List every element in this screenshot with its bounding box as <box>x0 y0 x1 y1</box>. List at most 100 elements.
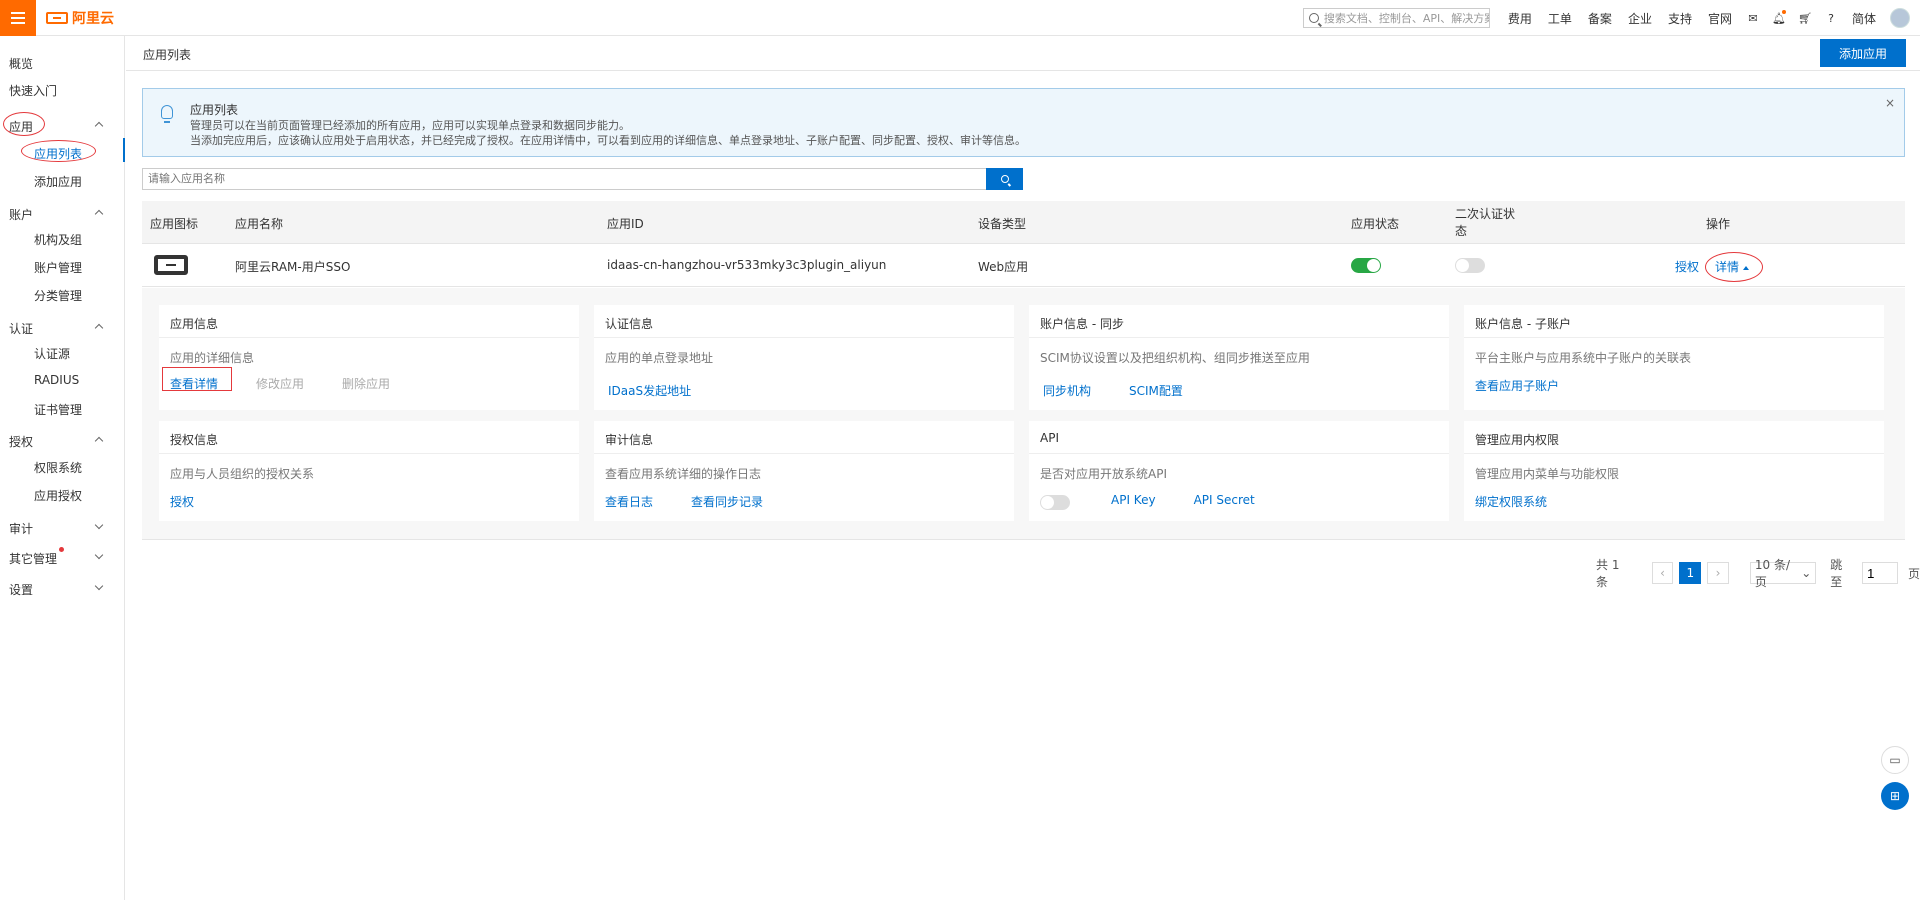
col-app-status: 应用状态 <box>1351 217 1400 231</box>
card-api: API 是否对应用开放系统API API Key API Secret <box>1029 421 1449 521</box>
sidebar-item-app-authorize[interactable]: 应用授权 <box>34 487 82 504</box>
aliyun-logo[interactable]: 阿里云 <box>46 8 114 28</box>
view-sub-accounts-link[interactable]: 查看应用子账户 <box>1475 379 1559 393</box>
col-operations: 操作 <box>1706 217 1731 231</box>
col-app-icon: 应用图标 <box>150 217 199 231</box>
hamburger-menu-icon[interactable] <box>0 0 36 36</box>
jump-page-input[interactable] <box>1861 562 1898 584</box>
notice-title: 应用列表 <box>190 103 239 117</box>
chevron-up-icon[interactable] <box>94 323 104 333</box>
idaas-initiate-url-link[interactable]: IDaaS发起地址 <box>608 384 691 398</box>
notice-text: 管理员可以在当前页面管理已经添加的所有应用，应用可以实现单点登录和数据同步能力。 <box>190 119 630 132</box>
sidebar-item-add-app[interactable]: 添加应用 <box>34 173 82 190</box>
search-button[interactable] <box>986 168 1023 190</box>
add-app-button[interactable]: 添加应用 <box>1820 39 1906 67</box>
card-account-sync: 账户信息 - 同步 SCIM协议设置以及把组织机构、组同步推送至应用 同步机构 S… <box>1029 305 1449 410</box>
sidebar-item-org[interactable]: 机构及组 <box>34 231 82 248</box>
sidebar-item-overview[interactable]: 概览 <box>9 55 33 72</box>
scim-config-link[interactable]: SCIM配置 <box>1129 384 1183 398</box>
cart-icon[interactable]: 🛒︎ <box>1792 12 1818 25</box>
chevron-down-icon[interactable] <box>94 550 104 560</box>
info-notice: 应用列表 管理员可以在当前页面管理已经添加的所有应用，应用可以实现单点登录和数据… <box>142 88 1905 157</box>
sidebar-group-settings[interactable]: 设置 <box>9 581 33 598</box>
top-bar: 阿里云 搜索文档、控制台、API、解决方案和资源 费用 工单 备案 企业 支持 … <box>0 0 1920 36</box>
next-page-button[interactable]: › <box>1707 562 1729 584</box>
card-authorization: 授权信息 应用与人员组织的授权关系 授权 <box>159 421 579 521</box>
feedback-chat-icon[interactable]: ▭ <box>1881 746 1909 774</box>
sidebar-group-audit[interactable]: 审计 <box>9 520 33 537</box>
sync-org-link[interactable]: 同步机构 <box>1043 384 1091 398</box>
sidebar-item-account-mgmt[interactable]: 账户管理 <box>34 259 82 276</box>
sidebar-group-account[interactable]: 账户 <box>9 206 33 223</box>
chevron-up-icon[interactable] <box>94 121 104 131</box>
card-sub-accounts: 账户信息 - 子账户 平台主账户与应用系统中子账户的关联表 查看应用子账户 <box>1464 305 1884 410</box>
top-link-support[interactable]: 支持 <box>1660 10 1700 27</box>
pagination: 共 1 条 ‹ 1 › 10 条/页⌄ 跳至 页 <box>1596 558 1920 589</box>
page-size-select[interactable]: 10 条/页 ⌄ <box>1749 558 1817 589</box>
notice-text: 当添加完应用后，应该确认应用处于启用状态，并已经完成了授权。在应用详情中，可以看… <box>190 134 1026 147</box>
sidebar-group-auth[interactable]: 认证 <box>9 320 33 337</box>
top-link-official-site[interactable]: 官网 <box>1700 10 1740 27</box>
app-name: 阿里云RAM-用户SSO <box>235 260 351 274</box>
global-search-input[interactable]: 搜索文档、控制台、API、解决方案和资源 <box>1302 8 1490 28</box>
search-icon <box>1000 175 1009 183</box>
view-logs-link[interactable]: 查看日志 <box>605 495 653 509</box>
chevron-down-icon: ⌄ <box>1801 566 1812 580</box>
device-type: Web应用 <box>978 260 1029 274</box>
top-link-fees[interactable]: 费用 <box>1500 10 1540 27</box>
active-indicator <box>123 138 125 162</box>
card-app-permissions: 管理应用内权限 管理应用内菜单与功能权限 绑定权限系统 <box>1464 421 1884 521</box>
sidebar-item-cert-mgmt[interactable]: 证书管理 <box>34 401 82 418</box>
authorize-link[interactable]: 授权 <box>1675 258 1699 275</box>
total-count: 共 1 条 <box>1596 558 1620 589</box>
page-1-button[interactable]: 1 <box>1679 562 1702 584</box>
search-icon <box>1308 13 1319 23</box>
chevron-down-icon[interactable] <box>94 520 104 530</box>
delete-app-link[interactable]: 删除应用 <box>342 377 390 391</box>
sidebar-group-authorize[interactable]: 授权 <box>9 433 33 450</box>
sidebar-item-perm-system[interactable]: 权限系统 <box>34 459 82 476</box>
language-switch[interactable]: 简体 <box>1844 10 1884 27</box>
top-link-enterprise[interactable]: 企业 <box>1620 10 1660 27</box>
view-sync-records-link[interactable]: 查看同步记录 <box>691 495 763 509</box>
app-name-search-input[interactable] <box>142 168 988 190</box>
app-status-toggle[interactable] <box>1351 258 1381 273</box>
close-icon[interactable]: × <box>1885 96 1895 110</box>
aliyun-logo-icon <box>46 11 68 24</box>
annotation-circle <box>1705 252 1763 282</box>
bell-icon[interactable]: 🔔︎ <box>1766 9 1792 25</box>
authorize-card-link[interactable]: 授权 <box>170 495 194 509</box>
bind-perm-system-link[interactable]: 绑定权限系统 <box>1475 495 1547 509</box>
api-key-link[interactable]: API Key <box>1111 493 1156 507</box>
apps-grid-icon[interactable]: ⊞ <box>1881 782 1909 810</box>
message-icon[interactable]: ✉ <box>1740 12 1766 25</box>
col-mfa-status: 二次认证状 <box>1455 207 1516 221</box>
col-app-name: 应用名称 <box>235 217 284 231</box>
avatar[interactable] <box>1890 8 1910 28</box>
page-title: 应用列表 <box>143 48 192 62</box>
sidebar-item-radius[interactable]: RADIUS <box>34 373 79 387</box>
sidebar-item-category-mgmt[interactable]: 分类管理 <box>34 287 82 304</box>
sidebar-group-other[interactable]: 其它管理 <box>9 550 57 567</box>
col-device-type: 设备类型 <box>978 217 1027 231</box>
lightbulb-icon <box>161 105 173 123</box>
col-mfa-status: 态 <box>1455 224 1468 238</box>
sidebar-item-auth-source[interactable]: 认证源 <box>34 345 70 362</box>
mfa-status-toggle[interactable] <box>1455 258 1485 273</box>
sidebar-item-quickstart[interactable]: 快速入门 <box>9 82 57 99</box>
prev-page-button[interactable]: ‹ <box>1651 562 1674 584</box>
jump-label: 跳至 <box>1830 558 1843 589</box>
top-link-icp[interactable]: 备案 <box>1580 10 1620 27</box>
help-icon[interactable]: ? <box>1818 12 1844 25</box>
annotation-box <box>162 367 232 391</box>
table-row: 阿里云RAM-用户SSO idaas-cn-hangzhou-vr533mky3… <box>142 244 1905 287</box>
chevron-up-icon[interactable] <box>94 436 104 446</box>
chevron-up-icon[interactable] <box>94 209 104 219</box>
edit-app-link[interactable]: 修改应用 <box>256 377 304 391</box>
api-secret-link[interactable]: API Secret <box>1194 493 1255 507</box>
top-link-tickets[interactable]: 工单 <box>1540 10 1580 27</box>
page-header: 应用列表 添加应用 <box>126 36 1920 71</box>
app-id: idaas-cn-hangzhou-vr533mky3c3plugin_aliy… <box>607 258 887 272</box>
chevron-down-icon[interactable] <box>94 581 104 591</box>
api-toggle[interactable] <box>1040 495 1070 510</box>
